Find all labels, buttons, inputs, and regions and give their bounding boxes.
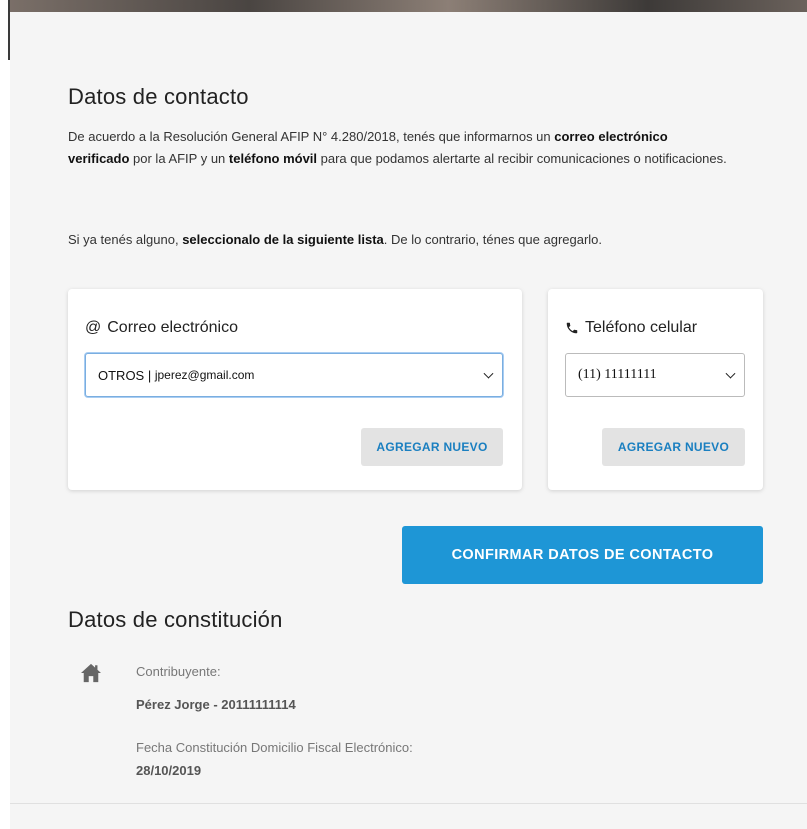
chevron-down-icon [483, 368, 494, 379]
contact-description: De acuerdo a la Resolución General AFIP … [68, 126, 728, 170]
phone-select[interactable]: (11) 11111111 [565, 353, 745, 397]
email-card: @ Correo electrónico OTROS | jperez@gmai… [68, 289, 522, 490]
contact-section-title: Datos de contacto [68, 84, 249, 109]
phone-card: Teléfono celular (11) 11111111 AGREGAR N… [548, 289, 763, 490]
email-select-prefix: OTROS | [98, 367, 155, 383]
taxpayer-value: Pérez Jorge - 20111111114 [136, 697, 296, 712]
contact-desc-part-3: para que podamos alertarte al recibir co… [317, 151, 727, 166]
constitution-section-title: Datos de constitución [68, 607, 283, 632]
email-card-title-label: Correo electrónico [107, 319, 238, 336]
chevron-down-icon [725, 368, 736, 379]
contact-desc-part-1: De acuerdo a la Resolución General AFIP … [68, 129, 555, 144]
add-phone-button[interactable]: AGREGAR NUEVO [602, 428, 745, 466]
panel-bottom-border [10, 803, 807, 804]
email-select[interactable]: OTROS | jperez@gmail.com [85, 353, 503, 397]
confirm-contact-button[interactable]: CONFIRMAR DATOS DE CONTACTO [402, 526, 763, 584]
constitution-date-value: 28/10/2019 [136, 763, 202, 778]
email-card-title: @ Correo electrónico [85, 319, 238, 337]
taxpayer-label: Contribuyente: [136, 664, 221, 679]
phone-card-title-label: Teléfono celular [585, 319, 698, 336]
page: Datos de contacto De acuerdo a la Resolu… [0, 0, 807, 829]
email-select-value: jperez@gmail.com [154, 368, 255, 382]
contact-instruction: Si ya tenés alguno, seleccionalo de la s… [68, 229, 768, 251]
add-email-button[interactable]: AGREGAR NUEVO [361, 428, 503, 466]
contact-desc-phone-emphasis: teléfono móvil [228, 151, 318, 166]
contact-desc-part-2: por la AFIP y un [129, 151, 229, 166]
phone-select-value: (11) 11111111 [578, 367, 657, 382]
phone-icon [566, 322, 578, 334]
contact-instr-part-1: Si ya tenés alguno, [68, 232, 183, 247]
constitution-date-label: Fecha Constitución Domicilio Fiscal Elec… [136, 740, 413, 755]
at-icon: @ [85, 319, 102, 336]
home-icon [81, 663, 101, 683]
phone-card-title: Teléfono celular [565, 319, 697, 337]
header-image-strip [10, 0, 807, 12]
contact-instr-emphasis: seleccionalo de la siguiente lista [182, 232, 384, 247]
contact-instr-part-2: . De lo contrario, ténes que agregarlo. [383, 232, 603, 247]
